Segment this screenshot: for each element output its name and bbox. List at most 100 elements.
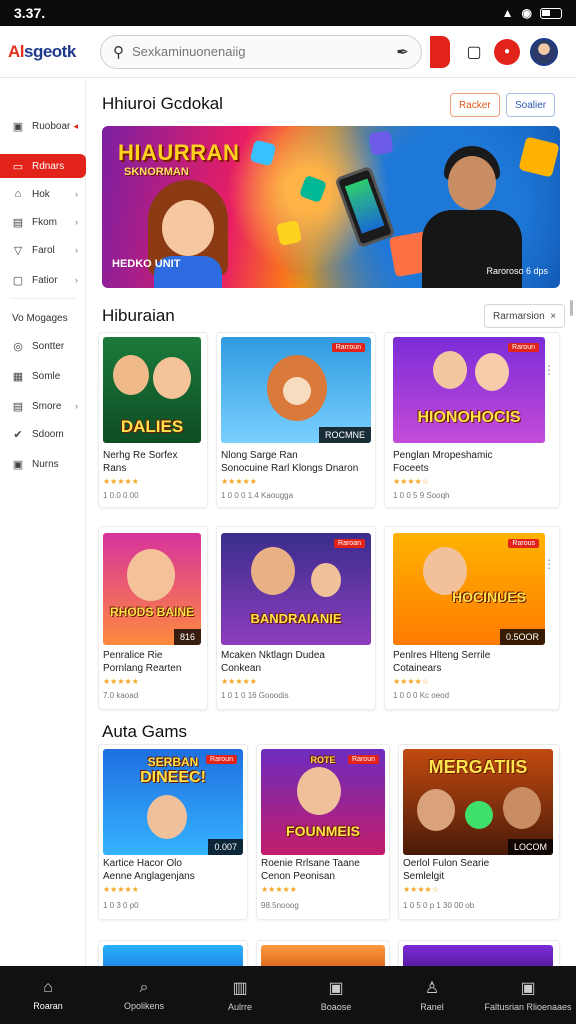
game-title: Penralice Rie Pornlang Rearten	[103, 650, 182, 674]
status-bar: 3.37. ▲ ◉	[0, 0, 576, 26]
game-card[interactable]: ROTE Raroun FOUNMEIS Roenie Rrlsane Taan…	[256, 744, 390, 920]
game-thumbnail: DALIES	[103, 337, 201, 443]
game-card[interactable]	[256, 940, 390, 966]
game-card[interactable]: Rarous HOCINUES 0.5OOR ⋮ Penlres Hlteng …	[384, 526, 560, 710]
section-filter-dropdown[interactable]: Rarmarsion ×	[484, 304, 566, 328]
record-button[interactable]	[430, 35, 450, 68]
banner-badge: HEDKO UNIT	[112, 258, 181, 270]
sidebar-item-9[interactable]: ▤ Smore ›	[0, 394, 86, 418]
game-thumbnail: ROTE Raroun FOUNMEIS	[261, 749, 385, 855]
sidebar-divider	[10, 298, 76, 299]
game-title: Penlres Hlteng Serrile Cotainears	[393, 650, 491, 674]
rating-stars: ★★★★☆	[403, 885, 439, 894]
nav-label: Faltusrian Rlioenaaes	[484, 1002, 572, 1012]
home-icon: ⌂	[43, 979, 53, 996]
nav-item-messages[interactable]: ▣ Faltusrian Rlioenaaes	[480, 966, 576, 1024]
game-meta: 1 0 0 5 9 Sooqh	[393, 491, 450, 500]
message-icon: ▣	[520, 980, 536, 997]
game-card[interactable]: DALIES Nerhg Re Sorfex Rans ★★★★★ 1 0.0 0…	[98, 332, 208, 508]
wifi-icon: ◉	[521, 6, 532, 20]
more-vertical-icon[interactable]: ⋮	[543, 363, 555, 377]
game-meta: 1 0 1 0 16 Gooodis	[221, 691, 289, 700]
nav-label: Opolikens	[123, 1001, 165, 1011]
rating-stars: ★★★★☆	[393, 477, 429, 486]
game-thumbnail: Rarroun ROCMNE	[221, 337, 371, 443]
sidebar-item-label: Nurns	[32, 458, 59, 470]
chevron-right-icon: ›	[75, 275, 78, 285]
chevron-right-icon: ›	[75, 401, 78, 411]
sidebar-item-1[interactable]: ▣ Ruoboar ◂	[0, 114, 86, 138]
bag-icon[interactable]: ▢	[458, 36, 490, 68]
sidebar-item-label: Fkom	[32, 216, 57, 228]
folder-icon: ▢	[12, 274, 24, 287]
close-icon[interactable]: ×	[550, 311, 556, 322]
sidebar-item-6[interactable]: ▢ Fatior ›	[0, 268, 86, 292]
voice-search-icon[interactable]: ✒	[396, 43, 409, 61]
battery-icon	[540, 7, 562, 19]
game-meta: 1 0 5 0 p 1 30 00 ob	[403, 901, 475, 910]
rating-stars: ★★★★★	[103, 885, 139, 894]
chevron-left-icon: ◂	[73, 120, 78, 131]
scrollbar[interactable]	[570, 300, 573, 316]
game-meta: 7.0 kaoad	[103, 691, 139, 700]
nav-item-search[interactable]: ⌕ Opolikens	[96, 966, 192, 1024]
rating-stars: ★★★★★	[221, 477, 257, 486]
banner-subtitle: SKNORMAN	[124, 166, 189, 178]
sidebar-item-7[interactable]: ◎ Sontter	[0, 334, 86, 358]
game-card[interactable]: Raroan BANDRAIANIE Mcaken Nktlagn Dudea C…	[216, 526, 376, 710]
game-title: Roenie Rrlsane Taane Cenon Peonisan	[261, 858, 360, 882]
game-card[interactable]: SERBAN DINEEC! Raroun 0.007 Kartice Haco…	[98, 744, 248, 920]
section-filter-label: Rarmarsion	[493, 310, 545, 322]
game-title: Kartice Hacor Olo Aenne Anglagenjans	[103, 858, 195, 882]
game-card[interactable]	[98, 940, 248, 966]
game-meta: 1 0.0 0 00	[103, 491, 139, 500]
nav-label: Ranel	[420, 1002, 444, 1012]
sidebar: ▣ Ruoboar ◂ ▭ Rdnars ⌂ Hok › ▤ Fkom › ▽ …	[0, 78, 86, 966]
sidebar-item-label: Somle	[32, 370, 61, 382]
sidebar-item-8[interactable]: ▦ Somle	[0, 364, 86, 388]
sort-button[interactable]: Racker	[450, 93, 500, 117]
sidebar-item-10[interactable]: ✔ Sdoom	[0, 422, 86, 446]
search-input[interactable]	[132, 44, 389, 59]
game-card[interactable]: MERGATIIS LOCOM Oerlol Fulon Searie Semle…	[398, 744, 560, 920]
sidebar-item-2[interactable]: ▭ Rdnars	[0, 154, 86, 178]
sidebar-item-label: Hok	[32, 188, 50, 200]
app-logo[interactable]: Alsgeotk	[8, 42, 100, 62]
nav-item-home[interactable]: ⌂ Roaran	[0, 966, 96, 1024]
sidebar-item-5[interactable]: ▽ Farol ›	[0, 238, 86, 262]
game-thumbnail: Raroan BANDRAIANIE	[221, 533, 371, 645]
more-vertical-icon[interactable]: ⋮	[543, 557, 555, 571]
user-icon: ♙	[424, 980, 440, 997]
game-card[interactable]	[398, 940, 560, 966]
calendar-icon: ▦	[12, 370, 24, 383]
nav-item-calendar[interactable]: ▣ Boaose	[288, 966, 384, 1024]
game-thumbnail: MERGATIIS LOCOM	[403, 749, 553, 855]
photo-icon: ▤	[12, 400, 24, 413]
notification-badge[interactable]: ●	[494, 38, 520, 65]
hero-banner[interactable]: HIAURRAN SKNORMAN HEDKO UNIT Raroroso 6 …	[102, 126, 560, 288]
banner-caption: Raroroso 6 dps	[486, 266, 548, 276]
game-card[interactable]: RHODS BAINE 816 Penralice Rie Pornlang Re…	[98, 526, 208, 710]
search-bar[interactable]: ⚲ ✒	[100, 34, 422, 69]
game-meta: 98.5nooog	[261, 901, 299, 910]
avatar[interactable]	[530, 37, 558, 66]
sidebar-item-label: Sdoom	[32, 428, 64, 440]
calendar-icon: ▣	[328, 980, 344, 997]
sidebar-item-label: Fatior	[32, 274, 58, 286]
nav-label: Roaran	[33, 1001, 63, 1011]
chevron-right-icon: ›	[75, 217, 78, 227]
sidebar-item-label: Sontter	[32, 340, 65, 352]
sidebar-item-label: Farol	[32, 244, 55, 256]
signal-icon: ▲	[501, 6, 514, 20]
nav-item-profile[interactable]: ♙ Ranel	[384, 966, 480, 1024]
filter-button[interactable]: Soalier	[506, 93, 556, 117]
game-card[interactable]: Rarroun ROCMNE Nlong Sarge Ran Sonocuine …	[216, 332, 376, 508]
main-content: Hhiuroi Gcdokal Racker Soalier HIAURRAN …	[86, 78, 576, 966]
bookmark-icon: ▣	[12, 120, 24, 133]
sidebar-item-11[interactable]: ▣ Nurns	[0, 452, 86, 476]
sidebar-item-4[interactable]: ▤ Fkom ›	[0, 210, 86, 234]
sidebar-item-3[interactable]: ⌂ Hok ›	[0, 182, 86, 206]
chevron-right-icon: ›	[75, 189, 78, 199]
nav-item-store[interactable]: ▥ Aulrre	[192, 966, 288, 1024]
game-card[interactable]: Raroun HIONOHOCIS ⋮ Penglan Mropeshamic F…	[384, 332, 560, 508]
